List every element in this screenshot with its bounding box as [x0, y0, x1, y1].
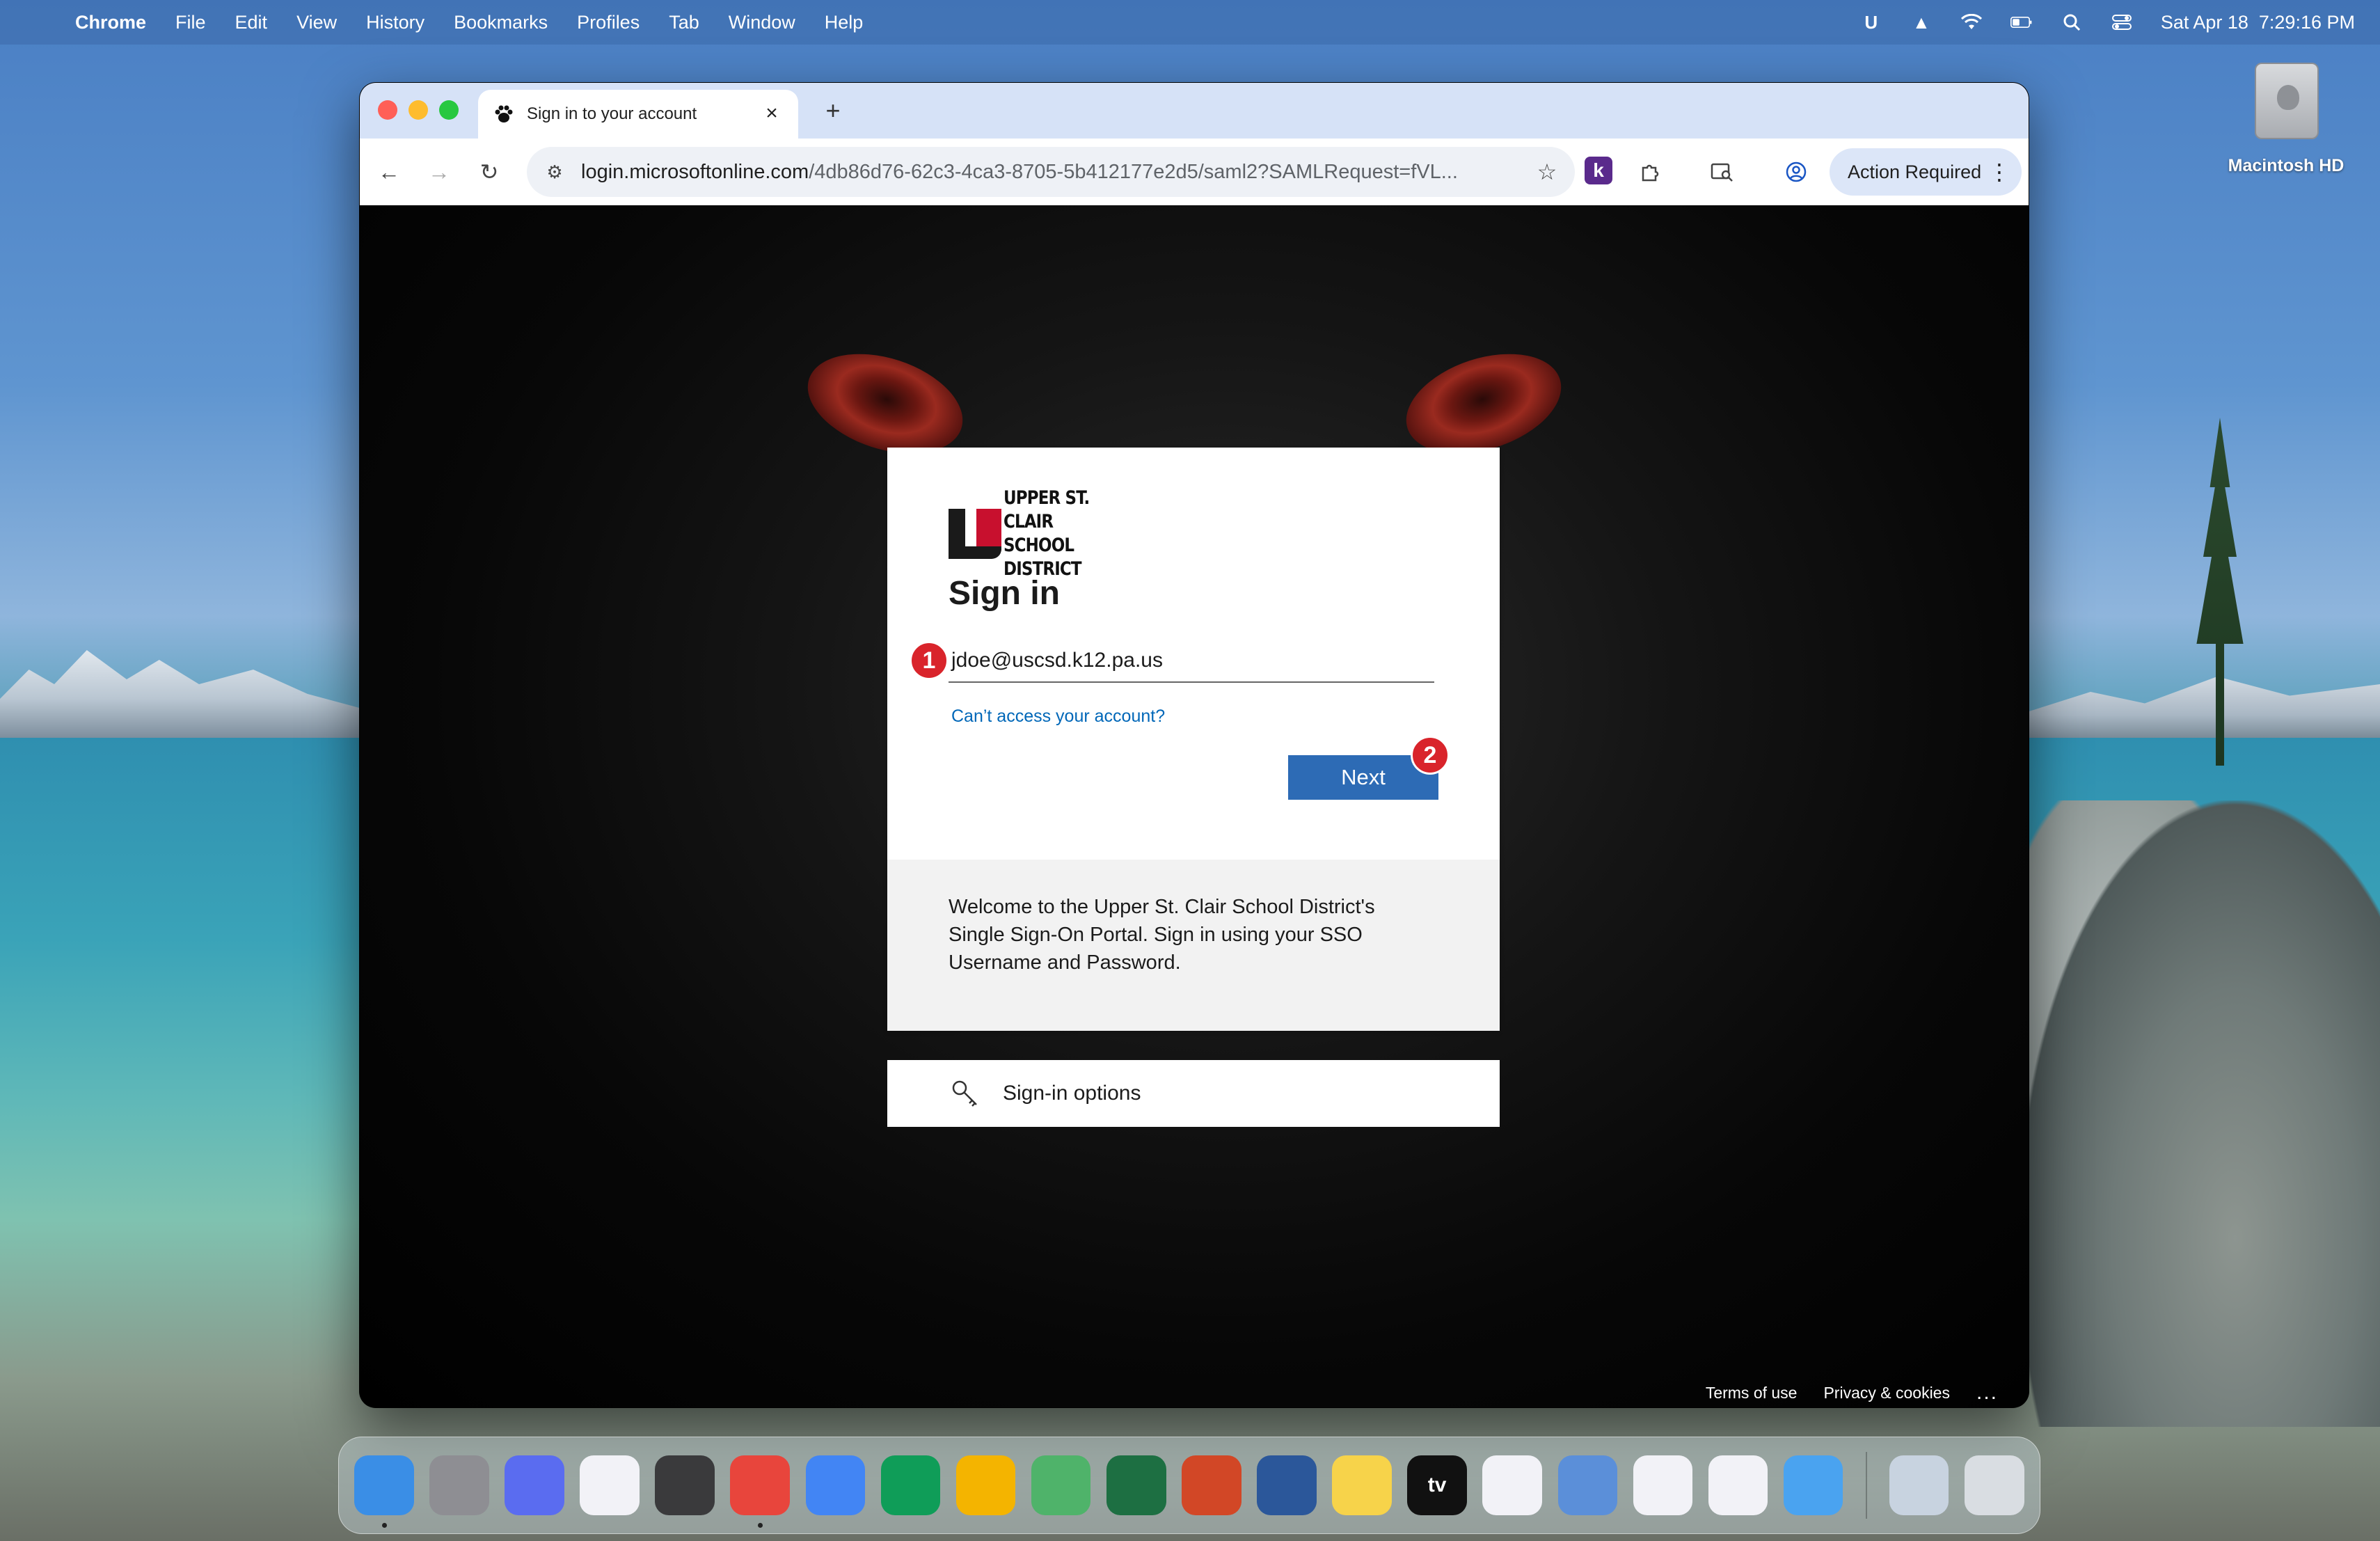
back-arrow-icon[interactable]: ← — [372, 155, 406, 189]
menu-bar: Chrome File Edit View History Bookmarks … — [0, 0, 2380, 45]
profile-icon[interactable] — [1779, 155, 1813, 189]
excel-icon[interactable] — [1106, 1455, 1166, 1515]
privacy-link[interactable]: Privacy & cookies — [1823, 1384, 1950, 1402]
chrome-icon[interactable] — [730, 1455, 791, 1528]
signin-title: Sign in — [949, 575, 1060, 612]
tab-title: Sign in to your account — [527, 104, 697, 123]
powerpoint-icon[interactable] — [1182, 1455, 1241, 1515]
action-required-button[interactable]: Action Required ⋮ — [1830, 148, 2022, 196]
reminders-icon[interactable] — [1633, 1455, 1693, 1515]
terms-link[interactable]: Terms of use — [1706, 1384, 1798, 1402]
iphone-mirroring-icon[interactable] — [505, 1455, 564, 1515]
weather-icon[interactable] — [1783, 1455, 1843, 1515]
district-logo-text: UPPER ST. CLAIR SCHOOL DISTRICT — [1003, 487, 1134, 581]
apple-tv-icon[interactable]: tv — [1407, 1455, 1467, 1515]
menu-help[interactable]: Help — [825, 12, 864, 33]
step-badge-1: 1 — [910, 641, 949, 680]
key-icon — [949, 1077, 982, 1110]
background-mountains-left — [0, 650, 362, 738]
google-docs-icon[interactable] — [805, 1455, 866, 1515]
tab-bar: Sign in to your account × + — [360, 83, 2029, 139]
browser-toolbar: ← → ↻ ⚙ login.microsoftonline.com/4db86d… — [360, 139, 2029, 205]
minimize-window-button[interactable] — [408, 100, 428, 120]
drive-icon[interactable]: ▲ — [1910, 11, 1933, 33]
finder-icon[interactable] — [354, 1455, 414, 1528]
district-logo: UPPER ST. CLAIR SCHOOL DISTRICT — [949, 487, 1157, 580]
menu-bookmarks[interactable]: Bookmarks — [454, 12, 548, 33]
self-service-icon[interactable] — [1557, 1455, 1618, 1515]
downloads-stack-icon[interactable] — [1889, 1455, 1949, 1515]
reload-icon[interactable]: ↻ — [473, 155, 506, 189]
zoom-window-button[interactable] — [439, 100, 459, 120]
new-tab-icon[interactable]: + — [818, 95, 848, 126]
calculator-icon[interactable] — [655, 1455, 715, 1515]
menu-profiles[interactable]: Profiles — [577, 12, 640, 33]
action-required-label: Action Required — [1848, 161, 1982, 182]
dock-separator — [1865, 1452, 1867, 1519]
u-extension-icon[interactable]: U — [1860, 11, 1882, 33]
google-lens-icon[interactable] — [1706, 155, 1739, 189]
google-slides-icon[interactable] — [955, 1455, 1016, 1515]
menu-view[interactable]: View — [296, 12, 337, 33]
maps-icon[interactable] — [1031, 1455, 1091, 1515]
signin-options-label: Sign-in options — [1003, 1082, 1141, 1105]
welcome-panel: Welcome to the Upper St. Clair School Di… — [887, 860, 1500, 1031]
more-options-icon[interactable]: ... — [1976, 1381, 1998, 1405]
slack-icon[interactable] — [1708, 1455, 1768, 1515]
menu-history[interactable]: History — [366, 12, 425, 33]
word-icon[interactable] — [1257, 1455, 1317, 1515]
signin-card: UPPER ST. CLAIR SCHOOL DISTRICT Sign in … — [887, 448, 1500, 1031]
launchpad-icon[interactable] — [580, 1455, 640, 1515]
google-sheets-icon[interactable] — [880, 1455, 941, 1515]
system-settings-icon[interactable] — [429, 1455, 489, 1515]
control-center-icon[interactable] — [2111, 11, 2133, 33]
logo-line-1: UPPER ST. CLAIR — [1003, 487, 1090, 532]
browser-window: Sign in to your account × + ← → ↻ ⚙ logi… — [359, 82, 2029, 1408]
menu-app-name[interactable]: Chrome — [75, 12, 146, 33]
url-text[interactable]: login.microsoftonline.com/4db86d76-62c3-… — [581, 161, 1500, 184]
background-rocks — [2018, 800, 2380, 1427]
trash-icon[interactable] — [1964, 1455, 2024, 1515]
close-tab-icon[interactable]: × — [759, 101, 784, 126]
apple-menu-icon[interactable] — [28, 11, 49, 33]
battery-icon[interactable] — [2010, 11, 2033, 33]
close-window-button[interactable] — [378, 100, 397, 120]
address-bar[interactable]: ⚙ login.microsoftonline.com/4db86d76-62c… — [527, 147, 1575, 197]
page-background: UPPER ST. CLAIR SCHOOL DISTRICT Sign in … — [360, 205, 2029, 1407]
tab-active[interactable]: Sign in to your account × — [478, 90, 798, 139]
step-badge-2: 2 — [1411, 736, 1450, 775]
district-logo-mark-icon — [949, 509, 1001, 559]
menu-edit[interactable]: Edit — [235, 12, 268, 33]
menu-file[interactable]: File — [175, 12, 206, 33]
chrome-menu-icon[interactable]: ⋮ — [1988, 158, 2010, 186]
hard-drive-icon[interactable] — [2255, 63, 2319, 139]
extensions-puzzle-icon[interactable] — [1633, 155, 1667, 189]
menu-tab[interactable]: Tab — [669, 12, 699, 33]
url-path: /4db86d76-62c3-4ca3-8705-5b412177e2d5/sa… — [809, 160, 1458, 183]
cant-access-link[interactable]: Can’t access your account? — [951, 706, 1165, 727]
paw-favicon-icon — [492, 102, 516, 126]
background-mountains-right — [2018, 677, 2380, 738]
k-extension-icon[interactable]: k — [1585, 157, 1612, 184]
site-info-icon[interactable]: ⚙ — [541, 158, 569, 186]
dock: tv — [338, 1437, 2040, 1534]
spotlight-icon[interactable] — [2061, 11, 2083, 33]
welcome-text: Welcome to the Upper St. Clair School Di… — [949, 896, 1375, 974]
menu-window[interactable]: Window — [729, 12, 795, 33]
page-footer: Terms of use Privacy & cookies ... — [1706, 1381, 1998, 1405]
photos-icon[interactable] — [1482, 1455, 1542, 1515]
signin-options-button[interactable]: Sign-in options — [887, 1060, 1500, 1127]
email-field[interactable]: jdoe@uscsd.k12.pa.us — [949, 640, 1434, 683]
forward-arrow-icon[interactable]: → — [422, 155, 456, 189]
bookmark-star-icon[interactable]: ☆ — [1532, 157, 1562, 187]
wifi-icon[interactable] — [1960, 11, 1983, 33]
hard-drive-label[interactable]: Macintosh HD — [2213, 156, 2359, 176]
notes-icon[interactable] — [1332, 1455, 1392, 1515]
url-domain: login.microsoftonline.com — [581, 160, 809, 183]
menu-clock[interactable]: Sat Apr 18 7:29:16 PM — [2161, 12, 2355, 33]
